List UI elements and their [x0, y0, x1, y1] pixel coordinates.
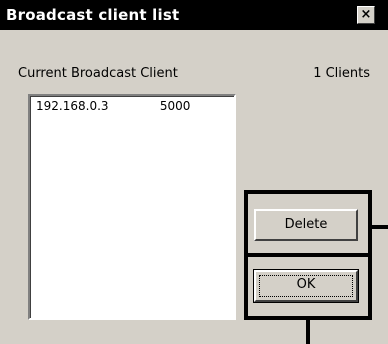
current-client-label: Current Broadcast Client [18, 66, 178, 81]
client-ip: 192.168.0.3 [36, 99, 109, 113]
callout-divider [244, 253, 372, 257]
listbox-border [30, 96, 234, 318]
list-item[interactable]: 192.168.0.3 5000 [36, 98, 190, 114]
client-count-label: 1 Clients [313, 66, 370, 81]
close-icon: × [360, 7, 372, 22]
client-listbox[interactable]: 192.168.0.3 5000 [28, 94, 236, 320]
callout-line-down [306, 320, 310, 344]
window-title: Broadcast client list [6, 6, 180, 24]
callout-line-right [372, 225, 388, 229]
title-bar[interactable]: Broadcast client list × [0, 0, 388, 30]
dialog-window: Broadcast client list × Current Broadcas… [0, 0, 388, 344]
delete-button[interactable]: Delete [254, 209, 358, 241]
close-button[interactable]: × [357, 6, 375, 24]
ok-button[interactable]: OK [253, 269, 359, 303]
client-port: 5000 [159, 99, 191, 113]
ok-button-label: OK [296, 277, 316, 292]
